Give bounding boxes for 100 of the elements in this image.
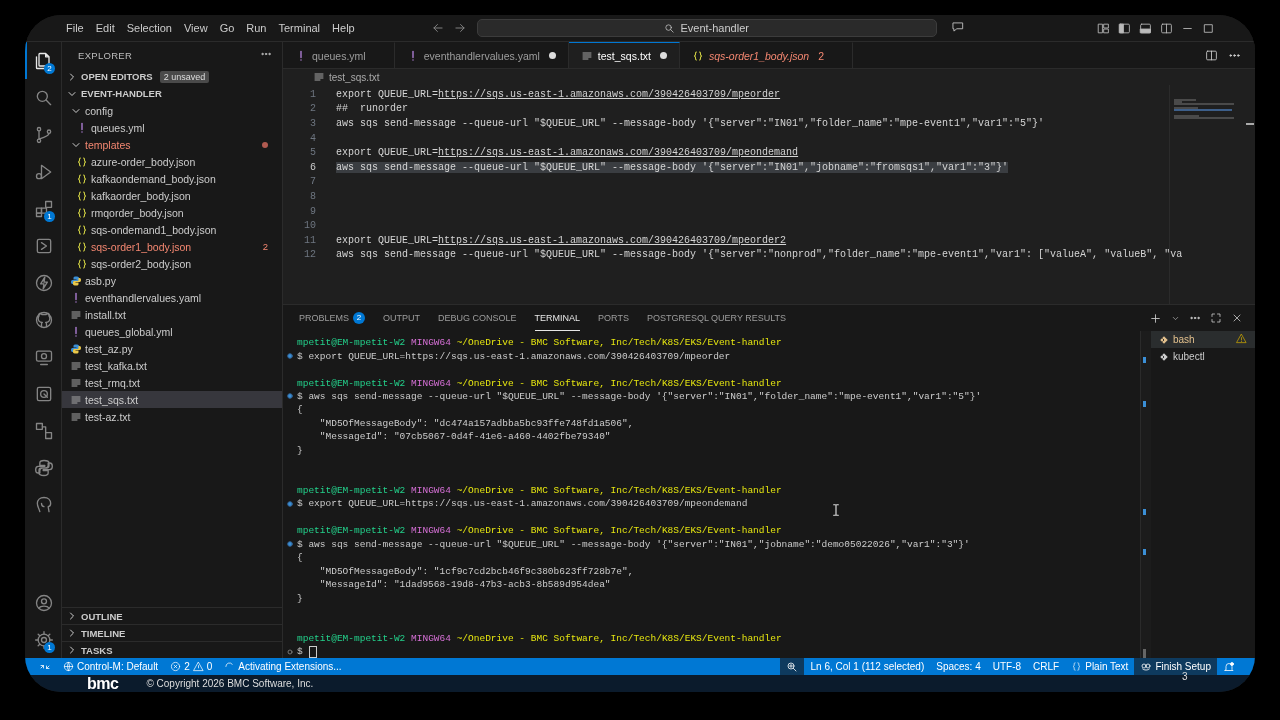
account-icon[interactable]: [34, 592, 54, 613]
editor-tab[interactable]: test_sqs.txt: [568, 42, 680, 68]
braces-icon: [76, 240, 88, 253]
terminal-output: "MessageId": "07cb5067-0d4f-41e6-a460-4402fbe79340": [318, 431, 611, 443]
line-number: 5: [309, 147, 316, 159]
menu-item[interactable]: Run: [240, 22, 273, 34]
menu-item[interactable]: View: [177, 22, 214, 34]
terminal-command: $ export QUEUE_URL=https://sqs.us-east-1.amazonaws.com/390426403709/mpeondemand: [297, 498, 748, 510]
snake-logo-icon[interactable]: [34, 457, 54, 478]
tree-item[interactable]: sqs-order2_body.json: [62, 255, 282, 272]
panel-tab[interactable]: PORTS: [598, 305, 629, 331]
terminal-output: {: [297, 552, 303, 564]
url-link[interactable]: https://sqs.us-east-1.amazonaws.com/390426403709/mpeondemand: [438, 147, 799, 159]
tree-item[interactable]: templates: [62, 136, 282, 153]
braces-icon: [691, 49, 704, 62]
url-link[interactable]: https://sqs.us-east-1.amazonaws.com/390426403709/mpeorder: [438, 88, 781, 100]
layout-icon[interactable]: [1097, 21, 1110, 35]
menu-item[interactable]: Terminal: [272, 22, 327, 34]
menu-item[interactable]: Edit: [89, 22, 121, 34]
code-line: export QUEUE_URL=https://sqs.us-east-1.amazonaws.com/390426403709/mpeorder: [336, 88, 781, 100]
tree-item[interactable]: kafkaondemand_body.json: [62, 170, 282, 187]
line-number: 8: [309, 190, 316, 202]
tree-item[interactable]: test_sqs.txt: [62, 391, 282, 408]
count-badge: 1: [44, 211, 55, 222]
terminal-output: }: [297, 444, 303, 456]
panel-toggle-icon[interactable]: [1139, 21, 1152, 35]
source-control-icon[interactable]: [34, 124, 54, 145]
snake-logo-icon: [70, 342, 82, 355]
section-header[interactable]: EVENT-HANDLER: [81, 88, 162, 99]
maximize-icon[interactable]: [1202, 21, 1215, 35]
tree-item[interactable]: install.txt: [62, 306, 282, 323]
warning-icon: [192, 661, 204, 672]
code-line: aws sqs send-message --queue-url "$QUEUE_URL" --message-body '{"server":"nonprod","folder_name":"mpe-event1","var1": ["valueA", "valueB", "va: [336, 249, 1183, 261]
problems-button[interactable]: 2 0: [164, 658, 219, 675]
plus-icon[interactable]: [1149, 311, 1162, 325]
tree-item[interactable]: kafkaorder_body.json: [62, 187, 282, 204]
panel-tab[interactable]: POSTGRESQL QUERY RESULTS: [646, 305, 787, 331]
close-icon[interactable]: [1231, 312, 1243, 324]
forward-arrow-icon[interactable]: [452, 21, 467, 35]
diamond-icon: [1159, 351, 1169, 362]
tree-item[interactable]: asb.py: [62, 272, 282, 289]
lines-icon: [580, 49, 593, 62]
code-line: export QUEUE_URL=https://sqs.us-east-1.amazonaws.com/390426403709/mpeondemand: [336, 147, 799, 159]
extensions-icon[interactable]: [34, 198, 54, 219]
command-search-field[interactable]: Event-handler: [476, 19, 937, 37]
tree-item[interactable]: test_az.py: [62, 340, 282, 357]
terminal-command: $: [297, 646, 303, 658]
lines-icon: [70, 393, 82, 406]
lines-icon: [70, 410, 82, 423]
tree-item[interactable]: sqs-order1_body.json 2: [62, 238, 282, 255]
status-item[interactable]: Ln 6, Col 1 (112 selected): [804, 658, 931, 675]
section-header[interactable]: OPEN EDITORS: [81, 71, 153, 82]
tree-item[interactable]: queues_global.yml: [62, 323, 282, 340]
nodes-icon[interactable]: [34, 420, 54, 441]
menu-item[interactable]: Selection: [120, 22, 178, 34]
profile-button[interactable]: Control-M: Default: [57, 658, 165, 675]
sidebar-toggle-icon[interactable]: [1118, 21, 1131, 35]
maximize-icon[interactable]: [1210, 312, 1222, 324]
language-button[interactable]: Plain Text: [1065, 658, 1135, 675]
tree-item[interactable]: config: [62, 102, 282, 119]
status-item[interactable]: CRLF: [1027, 658, 1066, 675]
settings-icon[interactable]: [34, 629, 54, 650]
scrollbar-thumb[interactable]: [1246, 123, 1254, 125]
status-item[interactable]: Spaces: 4: [930, 658, 987, 675]
tree-item[interactable]: azure-order_body.json: [62, 153, 282, 170]
panel-tab[interactable]: TERMINAL: [534, 305, 581, 331]
minimap-drawing[interactable]: [1174, 99, 1234, 119]
url-link[interactable]: https://sqs.us-east-1.amazonaws.com/390426403709/mpeorder2: [438, 234, 787, 246]
tree-item[interactable]: test_kafka.txt: [62, 357, 282, 374]
diamond-icon: [1159, 334, 1169, 345]
panel-tab[interactable]: DEBUG CONSOLE: [438, 305, 517, 331]
error-icon: [170, 661, 182, 672]
braces-icon: [76, 155, 88, 168]
terminal-session[interactable]: kubectl: [1151, 348, 1255, 365]
tree-item[interactable]: sqs-ondemand1_body.json: [62, 221, 282, 238]
split-editor-icon[interactable]: [1205, 48, 1218, 62]
panel-tab[interactable]: OUTPUT: [383, 305, 420, 331]
tree-item[interactable]: queues.yml: [62, 119, 282, 136]
tree-item[interactable]: rmqorder_body.json: [62, 204, 282, 221]
terminal-session[interactable]: bash: [1151, 331, 1255, 348]
goggles-icon: [1140, 660, 1153, 673]
section-header[interactable]: TASKS: [81, 644, 113, 656]
lightning-icon[interactable]: [34, 272, 54, 293]
terminal-prompt: mpetit@EM-mpetit-W2 MINGW64 ~/OneDrive - BMC Software, Inc/Tech/K8S/EKS/Event-handler: [297, 632, 782, 644]
menu-item[interactable]: File: [60, 22, 90, 34]
chat-icon[interactable]: [950, 20, 965, 34]
menu-item[interactable]: Go: [213, 22, 241, 34]
tree-item[interactable]: test-az.txt: [62, 408, 282, 425]
section-header[interactable]: TIMELINE: [81, 627, 126, 639]
section-header[interactable]: OUTLINE: [81, 610, 123, 622]
back-arrow-icon[interactable]: [430, 21, 445, 35]
tree-item[interactable]: eventhandlervalues.yaml: [62, 289, 282, 306]
notification-bell-icon[interactable]: [1223, 660, 1235, 673]
panel-tab[interactable]: PROBLEMS 2: [299, 305, 365, 331]
status-item[interactable]: UTF-8: [986, 658, 1028, 675]
breadcrumb-item[interactable]: test_sqs.txt: [329, 71, 380, 83]
tree-item[interactable]: test_rmq.txt: [62, 374, 282, 391]
zoom-icon[interactable]: [786, 660, 799, 673]
split-layout-icon[interactable]: [1160, 21, 1173, 35]
menu-item[interactable]: Help: [326, 22, 361, 34]
